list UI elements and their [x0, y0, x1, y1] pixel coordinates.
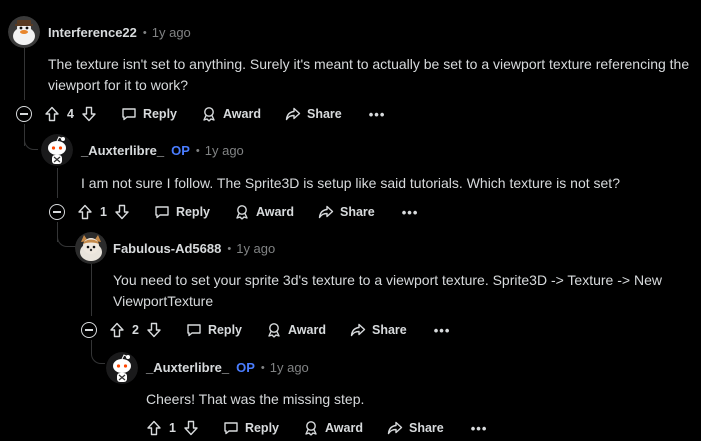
thread-line[interactable] [24, 48, 25, 100]
share-label: Share [371, 323, 407, 337]
reply-button[interactable]: Reply [223, 420, 279, 436]
comment-bubble-icon [122, 108, 136, 121]
comment-meta: _Auxterlibre_ OP • 1y ago [81, 143, 244, 158]
upvote-icon[interactable] [77, 204, 93, 220]
timestamp[interactable]: 1y ago [152, 25, 191, 40]
reply-button[interactable]: Reply [186, 322, 242, 338]
share-arrow-icon [285, 107, 301, 121]
thread-line[interactable] [57, 168, 58, 198]
reply-button[interactable]: Reply [154, 204, 210, 220]
award-icon [268, 323, 280, 338]
op-badge: OP [236, 360, 255, 375]
share-button[interactable]: Share [285, 106, 342, 122]
upvote-icon[interactable] [44, 106, 60, 122]
more-options-button[interactable]: ••• [434, 323, 451, 338]
comment-bubble-icon [187, 324, 201, 337]
author-name[interactable]: _Auxterlibre_ [146, 360, 229, 375]
separator-dot: • [195, 144, 200, 157]
more-options-button[interactable]: ••• [369, 107, 386, 122]
award-button[interactable]: Award [234, 204, 294, 220]
reply-label: Reply [244, 421, 279, 435]
share-label: Share [408, 421, 444, 435]
vote-count: 2 [132, 323, 139, 337]
comment-actions: 1 Reply Award Share ••• [146, 414, 487, 441]
comment-bubble-icon [224, 422, 238, 435]
snoo-avatar[interactable] [41, 134, 73, 166]
award-label: Award [325, 421, 363, 435]
timestamp[interactable]: 1y ago [270, 360, 309, 375]
award-label: Award [223, 107, 261, 121]
snoo-avatar[interactable] [106, 352, 138, 384]
thread-line[interactable] [91, 264, 92, 316]
share-arrow-icon [350, 323, 366, 337]
upvote-icon[interactable] [146, 420, 162, 436]
author-name[interactable]: Interference22 [48, 25, 137, 40]
comment-body: Cheers! That was the missing step. [146, 391, 365, 407]
award-icon [203, 107, 215, 122]
vote-count: 4 [67, 107, 74, 121]
upvote-icon[interactable] [109, 322, 125, 338]
more-options-button[interactable]: ••• [402, 205, 419, 220]
downvote-icon[interactable] [146, 322, 162, 338]
award-icon [305, 421, 317, 436]
comment-actions: 1 Reply Award Share ••• [49, 198, 418, 226]
share-button[interactable]: Share [387, 420, 444, 436]
comment-bubble-icon [155, 206, 169, 219]
share-arrow-icon [387, 421, 403, 435]
downvote-icon[interactable] [183, 420, 199, 436]
collapse-thread-button[interactable] [16, 106, 32, 122]
reply-label: Reply [142, 107, 177, 121]
comment-meta: Fabulous-Ad5688 • 1y ago [113, 241, 275, 256]
more-options-button[interactable]: ••• [471, 421, 488, 436]
award-label: Award [256, 205, 294, 219]
share-button[interactable]: Share [350, 322, 407, 338]
comment-body: I am not sure I follow. The Sprite3D is … [81, 175, 620, 191]
share-label: Share [306, 107, 342, 121]
award-icon [236, 205, 248, 220]
share-button[interactable]: Share [318, 204, 375, 220]
comment-body: The texture isn't set to anything. Surel… [48, 56, 690, 93]
fox-avatar[interactable] [75, 232, 107, 264]
author-name[interactable]: Fabulous-Ad5688 [113, 241, 221, 256]
thread-elbow [24, 130, 38, 150]
share-arrow-icon [318, 205, 334, 219]
reply-label: Reply [207, 323, 242, 337]
separator-dot: • [227, 242, 232, 255]
vote-control: 1 [146, 420, 199, 436]
collapse-thread-button[interactable] [49, 204, 65, 220]
award-button[interactable]: Award [266, 322, 326, 338]
comment-meta: Interference22 • 1y ago [48, 25, 191, 40]
reply-button[interactable]: Reply [121, 106, 177, 122]
vote-control: 4 [44, 106, 97, 122]
collapse-thread-button[interactable] [81, 322, 97, 338]
award-label: Award [288, 323, 326, 337]
vote-count: 1 [169, 421, 176, 435]
comment-meta: _Auxterlibre_ OP • 1y ago [146, 360, 309, 375]
vote-count: 1 [100, 205, 107, 219]
vote-control: 2 [109, 322, 162, 338]
share-label: Share [339, 205, 375, 219]
op-badge: OP [171, 143, 190, 158]
comment-body: You need to set your sprite 3d's texture… [113, 272, 662, 309]
thread-elbow [57, 225, 77, 247]
vote-control: 1 [77, 204, 130, 220]
duck-avatar[interactable] [8, 16, 40, 48]
award-button[interactable]: Award [201, 106, 261, 122]
downvote-icon[interactable] [114, 204, 130, 220]
award-button[interactable]: Award [303, 420, 363, 436]
timestamp[interactable]: 1y ago [205, 143, 244, 158]
reply-label: Reply [175, 205, 210, 219]
separator-dot: • [142, 26, 147, 39]
comment-actions: 4 Reply Award Share ••• [16, 100, 385, 128]
downvote-icon[interactable] [81, 106, 97, 122]
separator-dot: • [260, 361, 265, 374]
comment-actions: 2 Reply Award Share ••• [81, 316, 450, 344]
author-name[interactable]: _Auxterlibre_ [81, 143, 164, 158]
timestamp[interactable]: 1y ago [236, 241, 275, 256]
